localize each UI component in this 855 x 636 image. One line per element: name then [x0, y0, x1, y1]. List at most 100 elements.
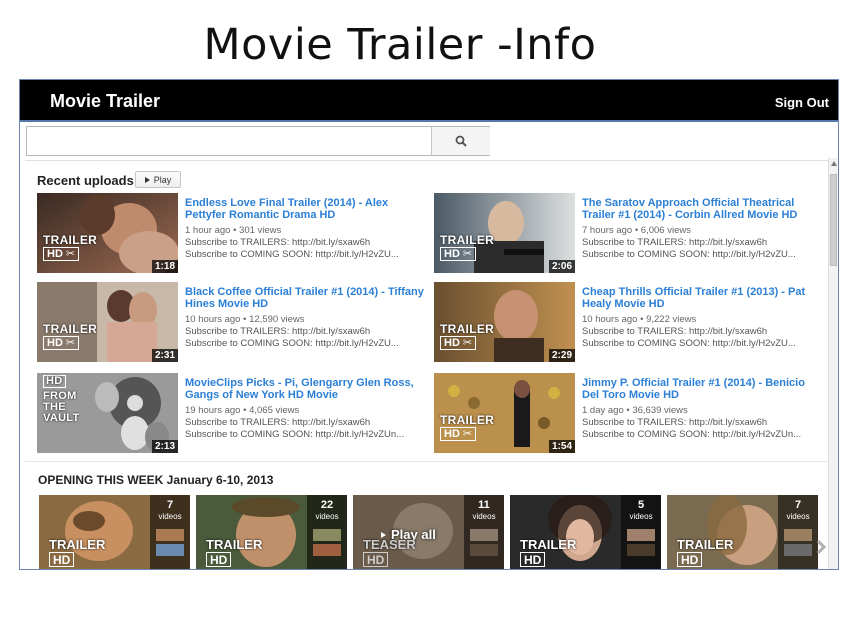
playlist-thumbnail[interactable]: 22 videos TRAILER HD [196, 495, 347, 569]
video-age: 19 hours ago [185, 405, 241, 416]
mini-thumbnail [470, 544, 498, 556]
video-age: 1 hour ago [185, 225, 231, 236]
browser-frame: Movie Trailer Sign Out Recent uploads Pl… [19, 79, 839, 570]
hd-badge: HD [363, 552, 389, 567]
video-title[interactable]: Cheap Thrills Official Trailer #1 (2013)… [582, 286, 822, 310]
video-views: 4,065 views [249, 405, 300, 416]
video-duration: 2:29 [548, 349, 575, 362]
scroll-up-arrow-icon[interactable] [830, 160, 838, 168]
video-age: 1 day ago [582, 405, 624, 416]
main-content: Recent uploads Play TRAILER HD ✂ 1:18 End… [25, 160, 828, 569]
mini-thumbnail [313, 529, 341, 541]
mini-thumbnail [627, 544, 655, 556]
video-meta: 10 hours ago • 9,222 views [582, 314, 697, 325]
search-button[interactable] [431, 127, 490, 155]
video-duration: 1:54 [548, 440, 575, 453]
trailer-badge: TRAILER [49, 537, 106, 552]
mini-thumbnail [156, 544, 184, 556]
hd-label: HD [444, 336, 460, 349]
vault-badge: HD FROM THE VAULT [43, 375, 80, 424]
video-thumbnail[interactable]: TRAILER HD ✂ 1:18 [37, 193, 178, 273]
scissors-icon: ✂ [462, 247, 473, 260]
video-item[interactable]: TRAILER HD ✂ 2:06 The Saratov Approach Of… [434, 193, 824, 273]
scissors-icon: ✂ [462, 336, 473, 349]
videos-label: videos [786, 512, 810, 521]
trailer-badge: TRAILER [43, 233, 98, 247]
video-thumbnail[interactable]: TRAILER HD ✂ 2:31 [37, 282, 178, 362]
video-views: 9,222 views [646, 314, 697, 325]
vault-badge-line: HD [43, 375, 66, 388]
video-count: 11 [478, 499, 490, 511]
video-meta: 19 hours ago • 4,065 views [185, 405, 300, 416]
scissors-icon: ✂ [462, 427, 473, 440]
video-title[interactable]: MovieClips Picks - Pi, Glengarry Glen Ro… [185, 377, 425, 401]
trailer-badge: TRAILER [440, 413, 495, 427]
playlist-video-count: 5 videos [621, 495, 661, 569]
video-duration: 2:13 [151, 440, 178, 453]
hd-badge: HD [520, 552, 546, 567]
video-description-line: Subscribe to COMING SOON: http://bit.ly/… [185, 249, 399, 260]
video-count: 22 [320, 499, 334, 511]
play-button[interactable]: Play [135, 171, 181, 188]
hd-badge: HD ✂ [43, 247, 80, 261]
video-title[interactable]: Black Coffee Official Trailer #1 (2014) … [185, 286, 425, 310]
video-count: 5 [637, 499, 645, 511]
video-age: 10 hours ago [582, 314, 638, 325]
video-description-line: Subscribe to COMING SOON: http://bit.ly/… [185, 338, 399, 349]
video-description-line: Subscribe to TRAILERS: http://bit.ly/sxa… [582, 417, 768, 428]
video-description-line: Subscribe to TRAILERS: http://bit.ly/sxa… [582, 237, 768, 248]
video-thumbnail[interactable]: HD FROM THE VAULT 2:13 [37, 373, 178, 453]
video-count: 7 [794, 499, 802, 511]
hd-badge: HD [49, 552, 75, 567]
playlist-video-count: 7 videos [778, 495, 818, 569]
video-item[interactable]: TRAILER HD ✂ 1:54 Jimmy P. Official Trail… [434, 373, 824, 453]
video-description-line: Subscribe to COMING SOON: http://bit.ly/… [185, 429, 405, 440]
mini-thumbnail [156, 529, 184, 541]
opening-this-week-heading[interactable]: OPENING THIS WEEK January 6-10, 2013 [38, 473, 273, 487]
mini-thumbnail [470, 529, 498, 541]
mini-thumbnail [313, 544, 341, 556]
hd-badge: HD ✂ [440, 247, 477, 261]
video-views: 12,590 views [249, 314, 305, 325]
trailer-badge: TRAILER [206, 537, 263, 552]
mini-thumbnail [627, 529, 655, 541]
video-count: 7 [166, 499, 174, 511]
video-thumbnail[interactable]: TRAILER HD ✂ 2:06 [434, 193, 575, 273]
playlist-video-count: 7 videos [150, 495, 190, 569]
brand-title[interactable]: Movie Trailer [50, 91, 160, 112]
hd-badge: HD ✂ [43, 336, 80, 350]
playlist-video-count: 22 videos [307, 495, 347, 569]
playlist-thumbnail[interactable]: 7 videos TRAILER HD [667, 495, 818, 569]
teaser-badge: TEASER [363, 537, 416, 552]
playlist-video-count: 11 videos [464, 495, 504, 569]
trailer-badge: TRAILER [440, 322, 495, 336]
playlist-thumbnail[interactable]: 5 videos TRAILER HD [510, 495, 661, 569]
trailer-badge: TRAILER [520, 537, 577, 552]
scissors-icon: ✂ [65, 247, 76, 260]
video-description-line: Subscribe to COMING SOON: http://bit.ly/… [582, 338, 796, 349]
video-title[interactable]: Jimmy P. Official Trailer #1 (2014) - Be… [582, 377, 822, 401]
playlist-thumbnail[interactable]: 7 videos TRAILER HD [39, 495, 190, 569]
hd-label: HD [444, 247, 460, 260]
video-thumbnail[interactable]: TRAILER HD ✂ 2:29 [434, 282, 575, 362]
video-title[interactable]: The Saratov Approach Official Theatrical… [582, 197, 822, 221]
video-description-line: Subscribe to TRAILERS: http://bit.ly/sxa… [185, 417, 371, 428]
video-item[interactable]: TRAILER HD ✂ 1:18 Endless Love Final Trai… [37, 193, 427, 273]
video-item[interactable]: TRAILER HD ✂ 2:29 Cheap Thrills Official … [434, 282, 824, 362]
video-title[interactable]: Endless Love Final Trailer (2014) - Alex… [185, 197, 425, 221]
search-input[interactable] [27, 127, 431, 155]
sign-out-link[interactable]: Sign Out [775, 95, 829, 110]
slide-title: Movie Trailer -Info [203, 20, 597, 70]
trailer-badge: TRAILER [677, 537, 734, 552]
scrollbar[interactable] [828, 158, 838, 569]
chevron-right-icon[interactable] [815, 539, 827, 555]
video-thumbnail[interactable]: TRAILER HD ✂ 1:54 [434, 373, 575, 453]
hd-label: HD [47, 336, 63, 349]
recent-uploads-heading[interactable]: Recent uploads [37, 173, 134, 188]
video-item[interactable]: HD FROM THE VAULT 2:13 MovieClips Picks … [37, 373, 427, 453]
playlist-thumbnail[interactable]: 11 videos Play all TEASER HD [353, 495, 504, 569]
video-item[interactable]: TRAILER HD ✂ 2:31 Black Coffee Official T… [37, 282, 427, 362]
scrollbar-thumb[interactable] [830, 174, 837, 266]
hd-badge: HD ✂ [440, 336, 477, 350]
play-button-label: Play [153, 174, 172, 185]
